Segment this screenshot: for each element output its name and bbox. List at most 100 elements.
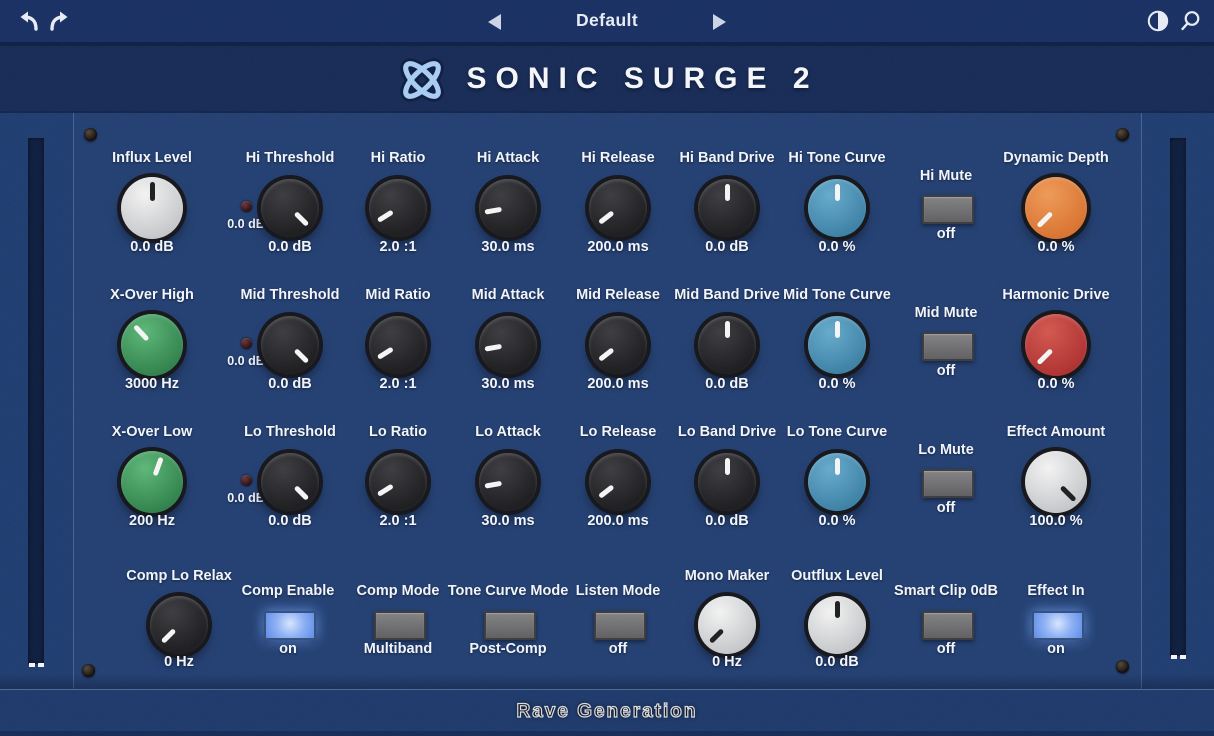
- lo-mute-toggle[interactable]: [922, 469, 974, 498]
- xover-low-knob[interactable]: [121, 451, 183, 513]
- search-icon[interactable]: [1178, 9, 1202, 33]
- outflux-level-knob[interactable]: [808, 596, 866, 654]
- smart-clip-toggle[interactable]: [922, 611, 974, 640]
- lo-release-knob[interactable]: [589, 453, 647, 511]
- gain-reduction-led: [241, 338, 252, 349]
- knob-pointer: [835, 601, 840, 618]
- control-label: Effect In: [991, 583, 1121, 599]
- hi-attack-knob[interactable]: [479, 179, 537, 237]
- knob-pointer: [293, 211, 309, 227]
- control-value: 0.0 dB: [87, 239, 217, 255]
- mid-tone-curve-knob[interactable]: [808, 316, 866, 374]
- control-label: Dynamic Depth: [991, 150, 1121, 166]
- title-header: SONIC SURGE 2: [0, 46, 1214, 113]
- lo-tone-curve-knob[interactable]: [808, 453, 866, 511]
- previous-preset-icon[interactable]: [488, 14, 501, 30]
- hi-band-drive-knob[interactable]: [698, 179, 756, 237]
- knob-pointer: [835, 321, 840, 338]
- side-value: 0.0 dB: [223, 491, 269, 505]
- knob-pointer: [484, 207, 502, 215]
- mid-band-drive-knob[interactable]: [698, 316, 756, 374]
- knob-pointer: [293, 348, 309, 364]
- knob-pointer: [598, 484, 614, 498]
- influx-level-knob[interactable]: [121, 177, 183, 239]
- tone-curve-mode-toggle[interactable]: [484, 611, 536, 640]
- knob-pointer: [376, 347, 393, 360]
- input-level-meter: [28, 138, 44, 664]
- knob-pointer: [1036, 348, 1053, 365]
- preset-name[interactable]: Default: [507, 10, 707, 31]
- control-xover-low: X-Over Low 200 Hz: [87, 424, 217, 534]
- side-value: 0.0 dB: [223, 354, 269, 368]
- top-toolbar: Default: [0, 0, 1214, 46]
- knob-pointer: [725, 321, 730, 338]
- knob-pointer: [376, 484, 393, 497]
- hi-tone-curve-knob[interactable]: [808, 179, 866, 237]
- knob-pointer: [152, 457, 163, 477]
- comp-lo-relax-knob[interactable]: [150, 596, 208, 654]
- knob-pointer: [484, 344, 502, 352]
- control-xover-high: X-Over High 3000 Hz: [87, 287, 217, 397]
- theme-contrast-icon[interactable]: [1146, 9, 1170, 33]
- footer: Rave Generation: [0, 689, 1214, 736]
- side-value: 0.0 dB: [223, 217, 269, 231]
- gain-reduction-led: [241, 475, 252, 486]
- listen-mode-toggle[interactable]: [594, 611, 646, 640]
- hi-release-knob[interactable]: [589, 179, 647, 237]
- main-area: Influx Level 0.0 dB Hi Threshold 0.0 dB …: [0, 113, 1214, 690]
- knob-pointer: [293, 485, 309, 501]
- control-label: Harmonic Drive: [991, 287, 1121, 303]
- control-label: Influx Level: [87, 150, 217, 166]
- hi-ratio-knob[interactable]: [369, 179, 427, 237]
- effect-amount-knob[interactable]: [1025, 451, 1087, 513]
- comp-enable-toggle[interactable]: [264, 611, 316, 640]
- knob-pointer: [835, 458, 840, 475]
- control-value: 100.0 %: [991, 513, 1121, 529]
- knob-pointer: [1036, 211, 1053, 228]
- control-value: on: [991, 641, 1121, 657]
- mid-attack-knob[interactable]: [479, 316, 537, 374]
- lo-attack-knob[interactable]: [479, 453, 537, 511]
- hi-threshold-knob[interactable]: [261, 179, 319, 237]
- control-influx-level: Influx Level 0.0 dB: [87, 150, 217, 260]
- dynamic-depth-knob[interactable]: [1025, 177, 1087, 239]
- xover-high-knob[interactable]: [121, 314, 183, 376]
- vendor-logo: Rave Generation: [0, 701, 1214, 723]
- mid-threshold-knob[interactable]: [261, 316, 319, 374]
- mono-maker-knob[interactable]: [698, 596, 756, 654]
- effect-in-toggle[interactable]: [1032, 611, 1084, 640]
- mid-ratio-knob[interactable]: [369, 316, 427, 374]
- knob-pointer: [598, 347, 614, 361]
- brand-lockup: SONIC SURGE 2: [0, 46, 1214, 111]
- control-value: 0.0 %: [991, 239, 1121, 255]
- control-value: 3000 Hz: [87, 376, 217, 392]
- harmonic-drive-knob[interactable]: [1025, 314, 1087, 376]
- knob-pointer: [150, 182, 155, 201]
- knob-pointer: [132, 324, 149, 341]
- control-dynamic-depth: Dynamic Depth 0.0 %: [991, 150, 1121, 260]
- knob-pointer: [725, 184, 730, 201]
- control-label: Effect Amount: [991, 424, 1121, 440]
- lo-ratio-knob[interactable]: [369, 453, 427, 511]
- control-value: 200 Hz: [87, 513, 217, 529]
- control-value: 0.0 %: [991, 376, 1121, 392]
- meter-peak-ticks: [1170, 655, 1186, 659]
- output-level-meter: [1170, 138, 1186, 656]
- knob-pointer: [376, 210, 393, 223]
- control-effect-in: Effect In on: [991, 564, 1121, 674]
- next-preset-icon[interactable]: [713, 14, 726, 30]
- knob-pointer: [598, 210, 614, 224]
- atom-logo-icon: [395, 53, 449, 107]
- mid-mute-toggle[interactable]: [922, 332, 974, 361]
- preset-navigator: Default: [0, 0, 1214, 42]
- lo-band-drive-knob[interactable]: [698, 453, 756, 511]
- screw: [1116, 128, 1129, 141]
- knob-pointer: [708, 628, 724, 644]
- mid-release-knob[interactable]: [589, 316, 647, 374]
- hi-mute-toggle[interactable]: [922, 195, 974, 224]
- knob-pointer: [835, 184, 840, 201]
- plugin-window: Default: [0, 0, 1214, 736]
- lo-threshold-knob[interactable]: [261, 453, 319, 511]
- control-effect-amount: Effect Amount 100.0 %: [991, 424, 1121, 534]
- comp-mode-toggle[interactable]: [374, 611, 426, 640]
